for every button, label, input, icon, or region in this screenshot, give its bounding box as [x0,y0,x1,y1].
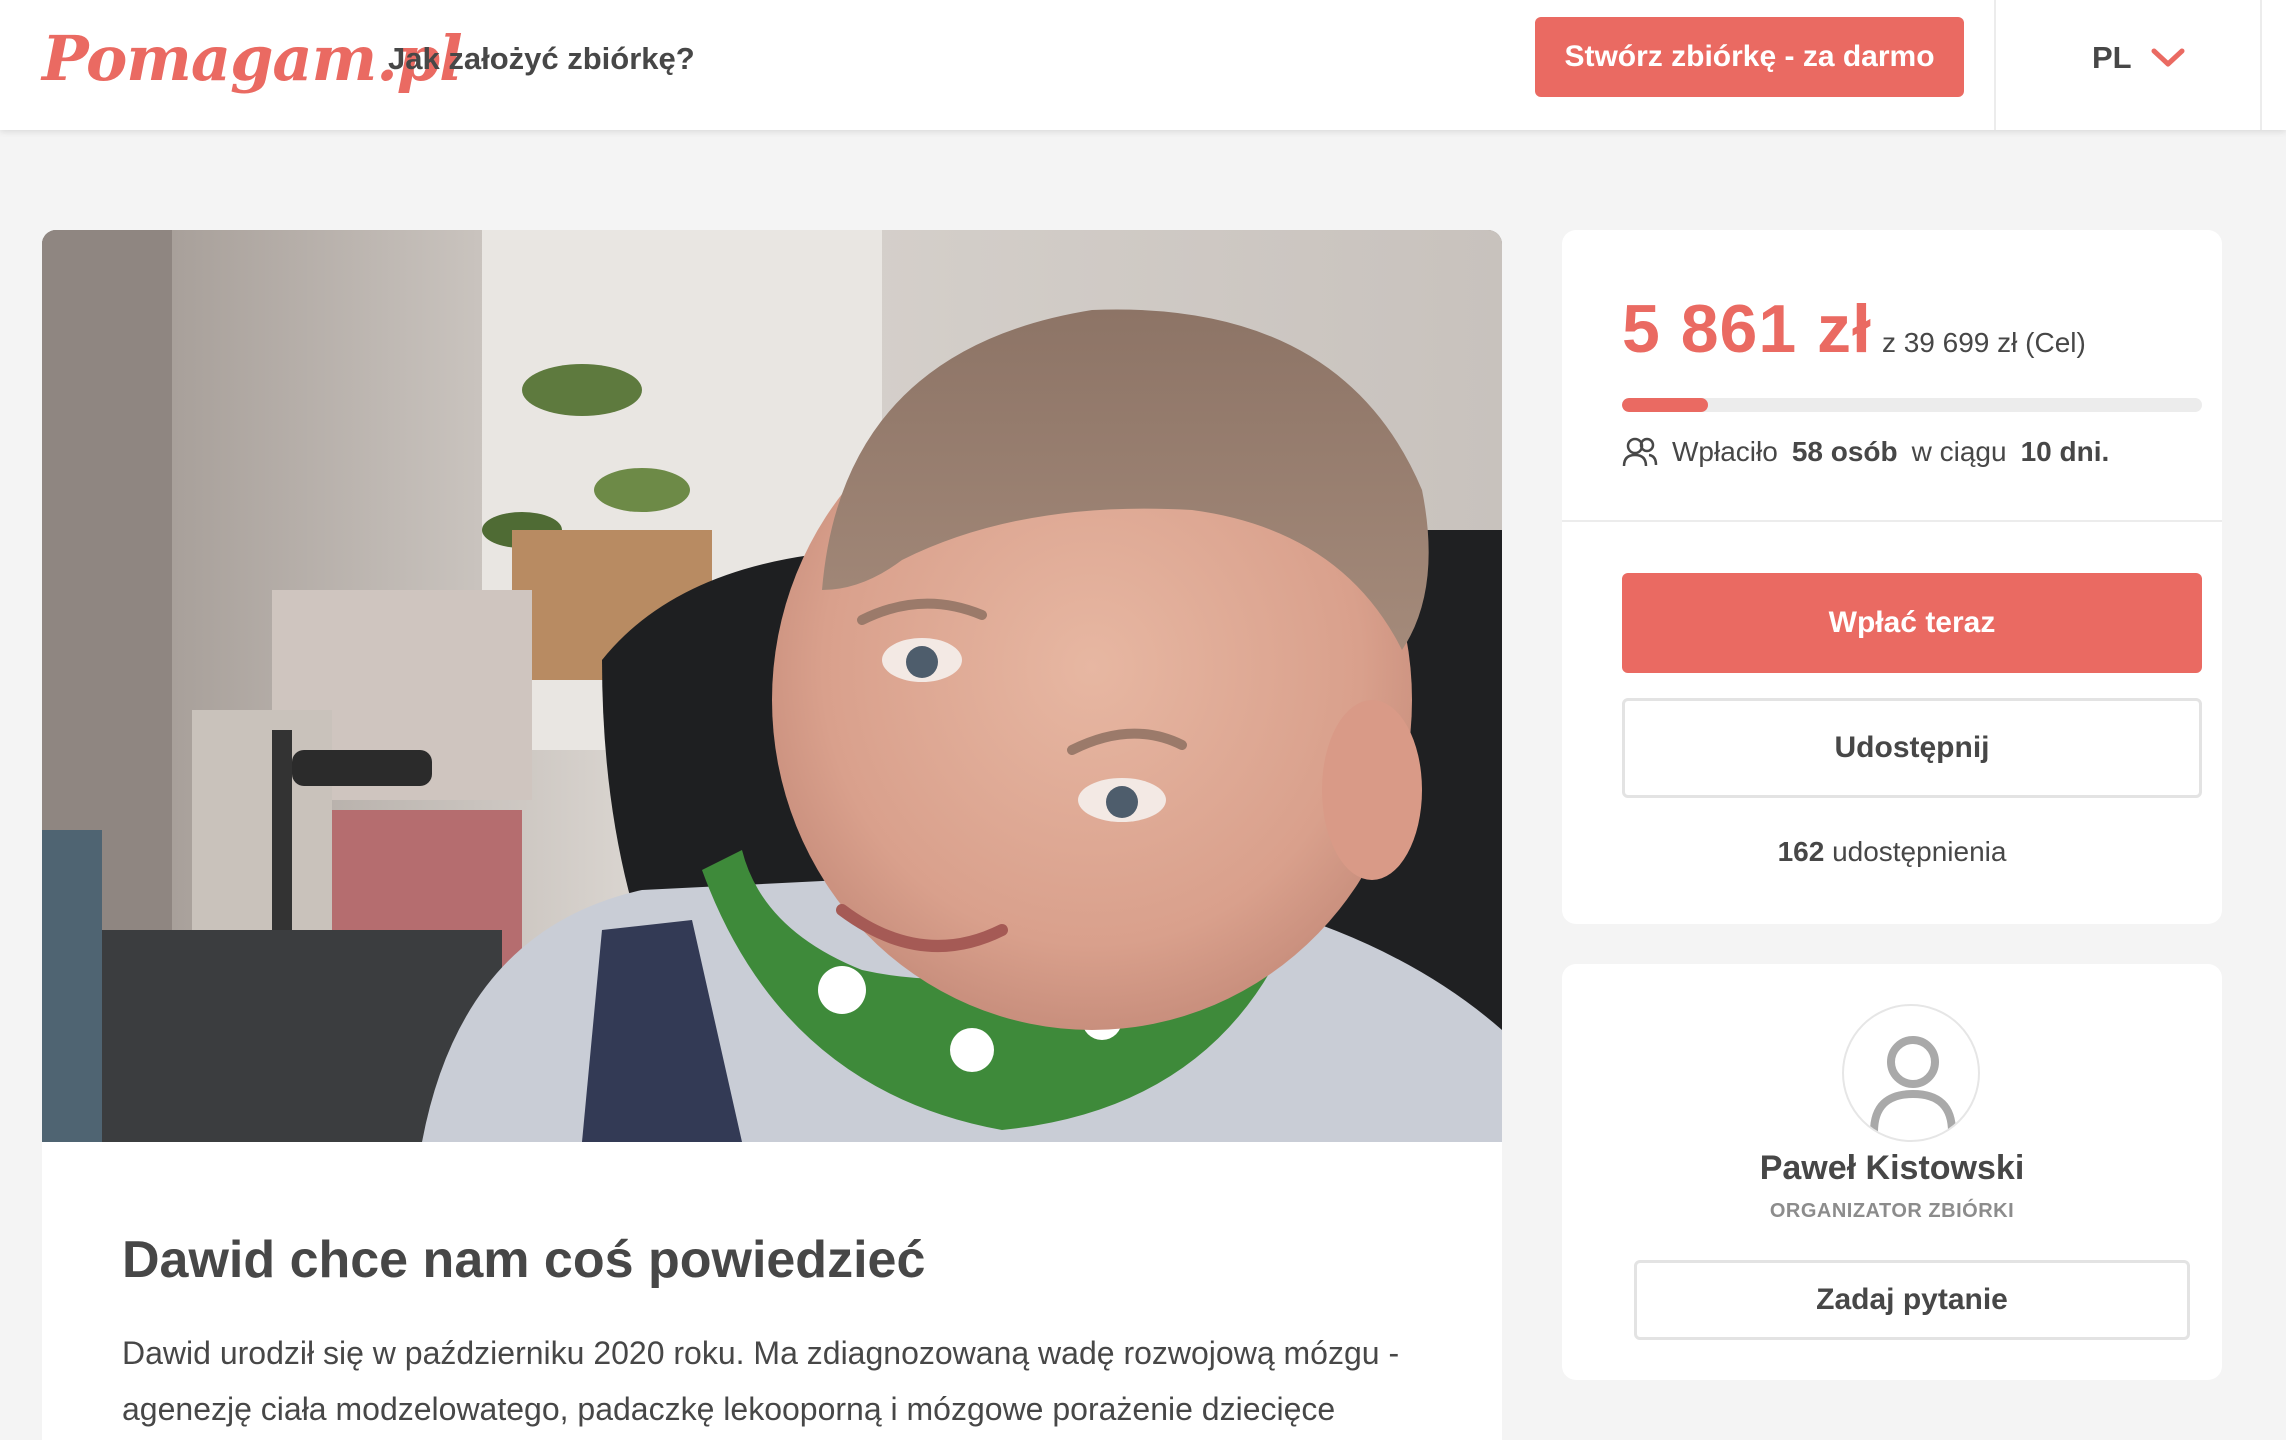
organizer-card: Paweł Kistowski ORGANIZATOR ZBIÓRKI Zada… [1562,964,2222,1380]
top-navigation-bar: Pomagam.pl Jak założyć zbiórkę? Stwórz z… [0,0,2286,130]
create-fundraiser-button[interactable]: Stwórz zbiórkę - za darmo [1535,17,1964,97]
campaign-card: Dawid chce nam coś powiedzieć Dawid urod… [42,230,1502,1440]
how-to-create-fundraiser-link[interactable]: Jak założyć zbiórkę? [388,38,695,80]
donate-now-button[interactable]: Wpłać teraz [1622,573,2202,673]
share-button[interactable]: Udostępnij [1622,698,2202,798]
header-divider-right [2260,0,2262,130]
header-divider [1994,0,1996,130]
campaign-photo [42,230,1502,1142]
donors-prefix: Wpłaciło [1672,436,1778,467]
user-avatar-icon [1870,1036,1956,1133]
donors-middle: w ciągu [1911,436,2007,467]
organizer-role: ORGANIZATOR ZBIÓRKI [1769,1200,2015,1222]
ask-question-button[interactable]: Zadaj pytanie [1634,1260,2190,1340]
language-label: PL [2092,40,2132,75]
shares-number: 162 [1777,836,1825,867]
shares-count: 162 udostępnienia [1562,830,2222,874]
campaign-hero-image [42,230,1502,1142]
amount-raised: 5 861 zł [1622,291,1872,367]
donors-count: 58 osób [1791,436,1898,467]
users-icon [1622,437,1658,467]
campaign-title: Dawid chce nam coś powiedzieć [122,1231,926,1289]
language-selector[interactable]: PL [2092,36,2186,80]
organizer-name: Paweł Kistowski [1759,1149,2025,1187]
progress-bar-fill [1622,398,1708,412]
card-divider [1562,520,2222,522]
campaign-description: Dawid urodził się w październiku 2020 ro… [122,1335,1400,1427]
shares-label: udostępnienia [1832,836,2007,867]
amount-goal: z 39 699 zł (Cel) [1881,327,2086,358]
amount-row: 5 861 zł z 39 699 zł (Cel) [1622,290,2086,368]
donation-card: 5 861 zł z 39 699 zł (Cel) Wpłaciło 58 o… [1562,230,2222,924]
organizer-avatar [1842,1004,1980,1142]
donors-summary: Wpłaciło 58 osób w ciągu 10 dni. [1622,430,2109,474]
donors-days: 10 dni. [2020,436,2110,467]
chevron-down-icon [2151,48,2185,67]
progress-bar [1622,398,2202,412]
